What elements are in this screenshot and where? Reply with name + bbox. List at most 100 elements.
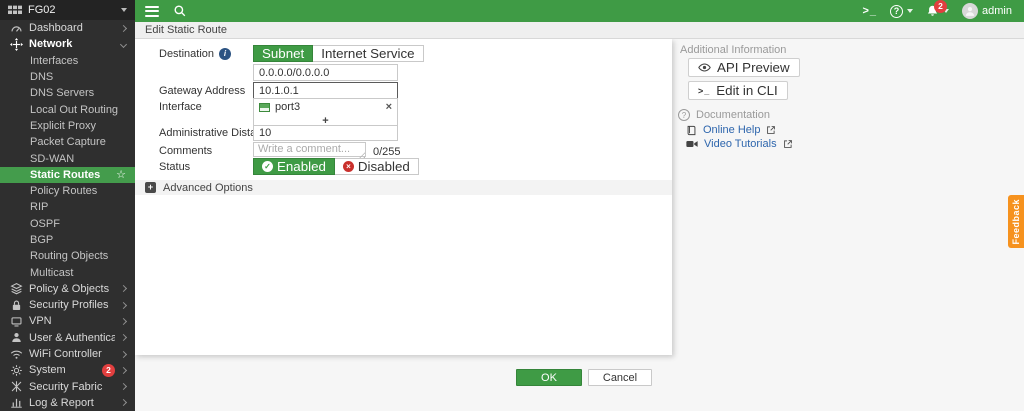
sidebar: FG02 Dashboard Network Interfaces DNS DN… — [0, 0, 135, 411]
gateway-address-label: Gateway Address — [159, 85, 245, 97]
sidebar-item-dashboard[interactable]: Dashboard — [0, 20, 135, 36]
sidebar-item-routing-objects[interactable]: Routing Objects — [0, 248, 135, 264]
ok-button[interactable]: OK — [516, 369, 582, 386]
sidebar-item-policy-objects[interactable]: Policy & Objects — [0, 281, 135, 297]
hamburger-menu-icon[interactable] — [145, 6, 159, 17]
top-bar: >_ ? 2 admin — [135, 0, 1024, 22]
search-icon[interactable] — [173, 4, 187, 18]
book-icon — [686, 125, 697, 136]
wifi-icon — [9, 348, 23, 361]
sidebar-item-bgp[interactable]: BGP — [0, 232, 135, 248]
info-icon: i — [219, 48, 231, 60]
chevron-right-icon — [120, 399, 127, 406]
status-toggle: ✓ Enabled × Disabled — [253, 158, 419, 175]
sidebar-item-local-out-routing[interactable]: Local Out Routing — [0, 101, 135, 117]
cancel-button[interactable]: Cancel — [588, 369, 652, 386]
sidebar-nav: Dashboard Network Interfaces DNS DNS Ser… — [0, 20, 135, 411]
network-icon — [9, 38, 23, 51]
help-menu[interactable]: ? — [890, 5, 913, 18]
chevron-right-icon — [120, 351, 127, 358]
api-preview-button[interactable]: API Preview — [688, 58, 800, 77]
status-label: Status — [159, 161, 190, 173]
cli-console-icon[interactable]: >_ — [862, 5, 877, 17]
online-help-link[interactable]: Online Help — [686, 124, 776, 136]
interface-name: port3 — [275, 101, 381, 113]
question-circle-icon: ? — [678, 109, 690, 121]
status-enabled-button[interactable]: ✓ Enabled — [253, 158, 335, 175]
chevron-right-icon — [120, 302, 127, 309]
advanced-options-label: Advanced Options — [163, 182, 253, 194]
additional-information-title: Additional Information — [680, 44, 786, 56]
avatar — [962, 3, 978, 19]
chevron-right-icon — [120, 318, 127, 325]
sidebar-item-multicast[interactable]: Multicast — [0, 264, 135, 280]
sidebar-item-user-authentication[interactable]: User & Authentication — [0, 330, 135, 346]
gateway-address-input[interactable] — [253, 82, 398, 99]
comments-char-counter: 0/255 — [373, 146, 401, 158]
cli-icon: >_ — [698, 86, 710, 96]
eye-icon — [698, 62, 711, 73]
sidebar-item-security-fabric[interactable]: Security Fabric — [0, 379, 135, 395]
sidebar-item-packet-capture[interactable]: Packet Capture — [0, 134, 135, 150]
check-circle-icon: ✓ — [262, 161, 273, 172]
chevron-down-icon — [121, 8, 127, 12]
user-icon — [9, 331, 23, 344]
advanced-options-section[interactable]: + Advanced Options — [135, 180, 672, 195]
external-link-icon — [783, 139, 793, 149]
video-tutorials-link[interactable]: Video Tutorials — [686, 138, 793, 150]
sidebar-item-rip[interactable]: RIP — [0, 199, 135, 215]
x-circle-icon: × — [343, 161, 354, 172]
sidebar-item-vpn[interactable]: VPN — [0, 313, 135, 329]
sidebar-item-log-report[interactable]: Log & Report — [0, 395, 135, 411]
sidebar-item-static-routes[interactable]: Static Routes ☆ — [0, 167, 135, 183]
sidebar-item-wifi-controller[interactable]: WiFi Controller — [0, 346, 135, 362]
destination-subnet-button[interactable]: Subnet — [253, 45, 313, 62]
notifications-menu[interactable]: 2 — [926, 4, 949, 18]
device-selector[interactable]: FG02 — [0, 0, 135, 20]
video-camera-icon — [686, 139, 698, 149]
sidebar-item-interfaces[interactable]: Interfaces — [0, 53, 135, 69]
sidebar-item-network[interactable]: Network — [0, 36, 135, 52]
comments-label: Comments — [159, 145, 212, 157]
sidebar-item-dns-servers[interactable]: DNS Servers — [0, 85, 135, 101]
destination-subnet-input[interactable] — [253, 64, 398, 81]
remove-interface-icon[interactable]: × — [386, 102, 392, 113]
gear-icon — [9, 364, 23, 377]
expand-plus-icon: + — [145, 182, 156, 193]
sidebar-item-explicit-proxy[interactable]: Explicit Proxy — [0, 118, 135, 134]
favorite-star-icon[interactable]: ☆ — [116, 168, 126, 181]
status-disabled-button[interactable]: × Disabled — [335, 158, 419, 175]
sidebar-item-dns[interactable]: DNS — [0, 69, 135, 85]
chevron-right-icon — [120, 383, 127, 390]
port-interface-icon — [259, 103, 270, 112]
device-name: FG02 — [28, 4, 115, 16]
system-notification-badge: 2 — [102, 364, 115, 377]
user-menu[interactable]: admin — [962, 3, 1012, 19]
sidebar-item-ospf[interactable]: OSPF — [0, 216, 135, 232]
chevron-right-icon — [120, 334, 127, 341]
layers-icon — [9, 282, 23, 295]
edit-static-route-form: Destination i Subnet Internet Service Ga… — [135, 39, 672, 355]
admin-distance-input[interactable] — [253, 125, 398, 141]
comments-input[interactable] — [253, 142, 366, 157]
help-icon: ? — [890, 5, 903, 18]
chevron-right-icon — [120, 367, 127, 374]
sidebar-item-system[interactable]: System 2 — [0, 362, 135, 378]
page-title: Edit Static Route — [145, 24, 227, 36]
edit-in-cli-button[interactable]: >_ Edit in CLI — [688, 81, 788, 100]
chevron-down-icon — [120, 41, 127, 48]
sidebar-item-sd-wan[interactable]: SD-WAN — [0, 150, 135, 166]
feedback-tab[interactable]: Feedback — [1008, 195, 1024, 248]
documentation-section-title: ? Documentation — [678, 109, 770, 121]
sidebar-item-security-profiles[interactable]: Security Profiles — [0, 297, 135, 313]
breadcrumb: Edit Static Route — [135, 22, 1024, 39]
bar-chart-icon — [9, 396, 23, 409]
destination-internet-service-button[interactable]: Internet Service — [313, 45, 423, 62]
chevron-right-icon — [120, 285, 127, 292]
lock-icon — [9, 299, 23, 312]
notification-count-badge: 2 — [934, 0, 947, 13]
gauge-icon — [9, 22, 23, 35]
destination-type-toggle: Subnet Internet Service — [253, 45, 424, 62]
sidebar-item-policy-routes[interactable]: Policy Routes — [0, 183, 135, 199]
destination-label: Destination — [159, 48, 214, 60]
